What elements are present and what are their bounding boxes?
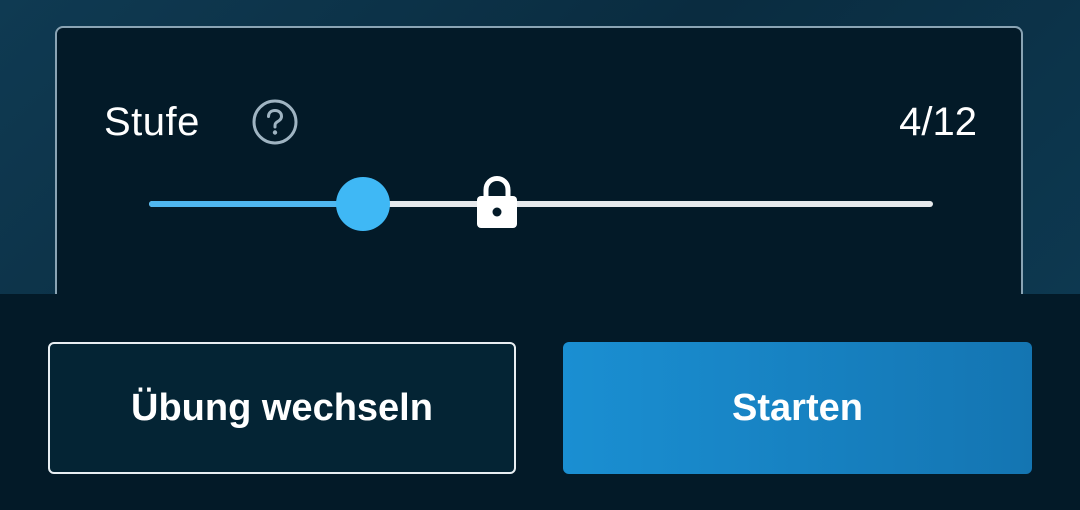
question-circle-icon[interactable] xyxy=(251,98,299,146)
level-slider[interactable] xyxy=(149,168,933,231)
slider-fill xyxy=(149,201,364,207)
slider-track[interactable] xyxy=(149,201,933,207)
start-button[interactable]: Starten xyxy=(563,342,1032,474)
switch-exercise-button[interactable]: Übung wechseln xyxy=(48,342,516,474)
slider-thumb[interactable] xyxy=(336,177,391,231)
bottom-action-bar: Übung wechseln Starten xyxy=(0,294,1080,510)
level-label: Stufe xyxy=(104,100,200,144)
lock-icon xyxy=(477,175,518,228)
level-panel: Stufe 4/12 xyxy=(55,26,1023,326)
level-value: 4/12 xyxy=(899,100,977,144)
